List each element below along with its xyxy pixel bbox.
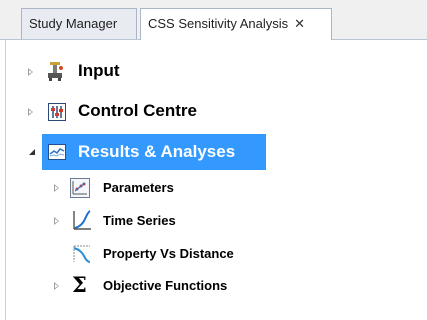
tab-label: CSS Sensitivity Analysis xyxy=(148,16,289,31)
tree-item-label: Parameters xyxy=(103,180,174,195)
tree-item-label: Time Series xyxy=(103,213,176,228)
tree-item-control-centre[interactable]: Control Centre xyxy=(0,98,260,126)
expand-arrow-icon[interactable] xyxy=(28,108,33,116)
tab-study-manager[interactable]: Study Manager xyxy=(21,8,137,39)
tree-item-label: Objective Functions xyxy=(103,278,228,293)
expand-arrow-icon[interactable] xyxy=(54,217,59,225)
chart-icon xyxy=(48,144,66,160)
tree-item-label: Property Vs Distance xyxy=(103,246,234,261)
control-centre-icon xyxy=(48,103,66,121)
property-distance-icon xyxy=(72,244,92,264)
tab-css-sensitivity-analysis[interactable]: CSS Sensitivity Analysis ✕ xyxy=(140,8,332,40)
time-series-icon xyxy=(72,209,92,231)
sigma-icon: Σ xyxy=(72,272,87,297)
tree-item-objective-functions[interactable]: Σ Objective Functions xyxy=(0,272,227,301)
expand-arrow-icon[interactable] xyxy=(54,282,59,290)
collapse-arrow-icon[interactable] xyxy=(29,149,35,155)
tree-item-parameters[interactable]: Parameters xyxy=(0,176,200,204)
tree-item-property-vs-distance[interactable]: Property Vs Distance xyxy=(0,241,260,269)
close-icon[interactable]: ✕ xyxy=(294,9,305,39)
input-tool-icon xyxy=(46,60,66,82)
expand-arrow-icon[interactable] xyxy=(28,68,33,76)
tree-item-label: Input xyxy=(78,61,120,80)
expand-arrow-icon[interactable] xyxy=(54,184,59,192)
tree-item-time-series[interactable]: Time Series xyxy=(0,208,200,236)
parameters-chart-icon xyxy=(70,178,90,198)
tree-item-input[interactable]: Input xyxy=(0,58,260,86)
tree-item-label: Results & Analyses xyxy=(78,142,236,161)
tree-item-label: Control Centre xyxy=(78,101,197,120)
tree-item-results-analyses[interactable]: Results & Analyses xyxy=(0,138,266,166)
tab-label: Study Manager xyxy=(29,16,118,31)
